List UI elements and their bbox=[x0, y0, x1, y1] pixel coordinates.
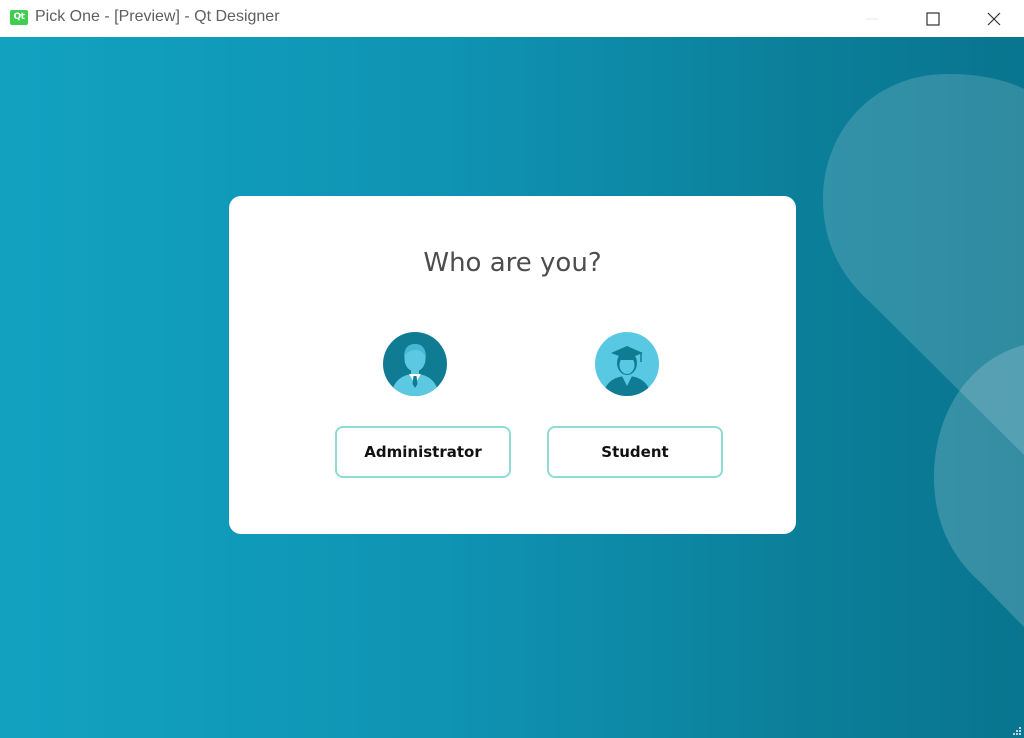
close-button[interactable] bbox=[964, 0, 1024, 37]
student-button[interactable]: Student bbox=[547, 426, 723, 478]
administrator-button[interactable]: Administrator bbox=[335, 426, 511, 478]
maximize-icon bbox=[926, 11, 940, 26]
role-selection-card: Who are you? Administrator Student bbox=[229, 196, 796, 534]
maximize-button[interactable] bbox=[903, 0, 963, 37]
minimize-button[interactable] bbox=[842, 0, 902, 37]
close-icon bbox=[987, 12, 1001, 25]
title-bar: Qt Pick One - [Preview] - Qt Designer bbox=[0, 0, 1024, 37]
qt-app-icon: Qt bbox=[10, 10, 28, 25]
window-title: Pick One - [Preview] - Qt Designer bbox=[35, 8, 280, 25]
resize-grip-icon[interactable] bbox=[1012, 726, 1022, 736]
student-graduate-avatar-icon bbox=[595, 332, 659, 396]
administrator-avatar-icon bbox=[383, 332, 447, 396]
background-heart-shape-lower bbox=[934, 345, 1024, 627]
window-content: Who are you? Administrator Student bbox=[0, 37, 1024, 738]
page-heading: Who are you? bbox=[423, 248, 602, 278]
minimize-icon bbox=[866, 18, 878, 19]
